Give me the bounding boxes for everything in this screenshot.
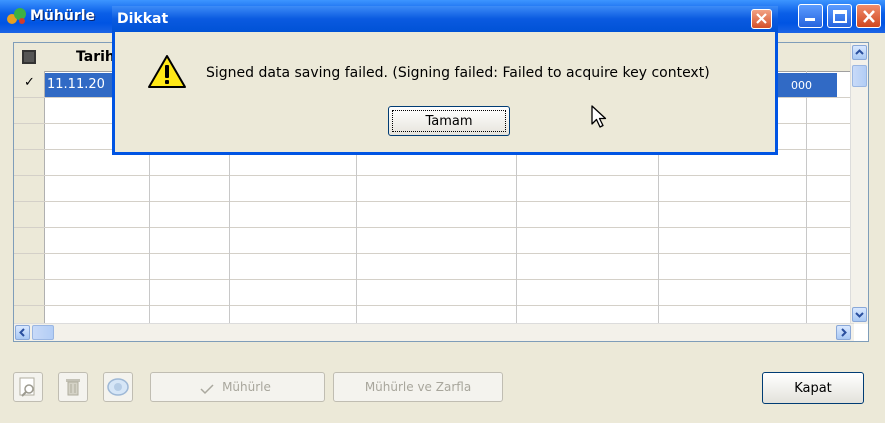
column-header-tarih[interactable]: Tarih	[76, 49, 115, 65]
chevron-left-icon	[19, 328, 25, 337]
delete-button[interactable]	[58, 372, 88, 402]
scroll-left-button[interactable]	[15, 325, 30, 340]
tamam-button[interactable]: Tamam	[388, 106, 510, 136]
kapat-label: Kapat	[794, 381, 832, 396]
muhurle-button[interactable]: Mühürle	[150, 372, 325, 402]
warning-icon	[148, 55, 186, 88]
chevron-right-icon	[841, 328, 847, 337]
mouse-cursor-icon	[591, 105, 607, 128]
alert-dialog: Dikkat Signed data saving failed. (Signi…	[112, 6, 778, 155]
horizontal-scroll-thumb[interactable]	[32, 325, 54, 340]
dialog-message: Signed data saving failed. (Signing fail…	[206, 65, 710, 81]
dialog-title: Dikkat	[117, 11, 169, 27]
view-button[interactable]	[103, 372, 133, 402]
muhurle-zarfla-button[interactable]: Mühürle ve Zarfla	[333, 372, 503, 402]
row-indicator: ✓	[24, 75, 35, 90]
dialog-body: Signed data saving failed. (Signing fail…	[115, 32, 775, 152]
minimize-icon	[805, 18, 815, 21]
maximize-button[interactable]	[827, 4, 852, 28]
view-icon	[107, 378, 129, 396]
scroll-right-button[interactable]	[836, 325, 851, 340]
minimize-button[interactable]	[798, 4, 823, 28]
muhurle-label: Mühürle	[222, 380, 271, 394]
close-icon	[863, 10, 875, 23]
window-title: Mühürle	[30, 8, 96, 24]
vertical-scrollbar[interactable]	[850, 43, 868, 324]
horizontal-scrollbar[interactable]	[14, 323, 854, 341]
select-all-checkbox[interactable]	[22, 50, 36, 64]
scroll-down-button[interactable]	[852, 307, 867, 322]
search-button[interactable]	[13, 372, 43, 402]
app-icon	[7, 8, 26, 24]
cell-value[interactable]: 000	[791, 79, 812, 92]
scroll-up-button[interactable]	[852, 45, 867, 60]
close-icon	[756, 13, 767, 24]
close-button[interactable]	[856, 4, 881, 28]
tamam-label: Tamam	[425, 114, 473, 129]
dialog-close-button[interactable]	[751, 9, 772, 29]
dialog-title-bar[interactable]: Dikkat	[112, 6, 778, 32]
chevron-up-icon	[855, 49, 864, 55]
trash-icon	[66, 379, 80, 396]
row-selector-column	[14, 71, 45, 324]
chevron-down-icon	[855, 312, 864, 318]
muhurle-zarfla-label: Mühürle ve Zarfla	[364, 380, 472, 394]
vertical-scroll-thumb[interactable]	[852, 65, 867, 87]
search-icon	[19, 377, 35, 397]
cell-date[interactable]: 11.11.20	[47, 77, 105, 92]
kapat-button[interactable]: Kapat	[762, 372, 864, 404]
maximize-icon	[833, 10, 847, 23]
